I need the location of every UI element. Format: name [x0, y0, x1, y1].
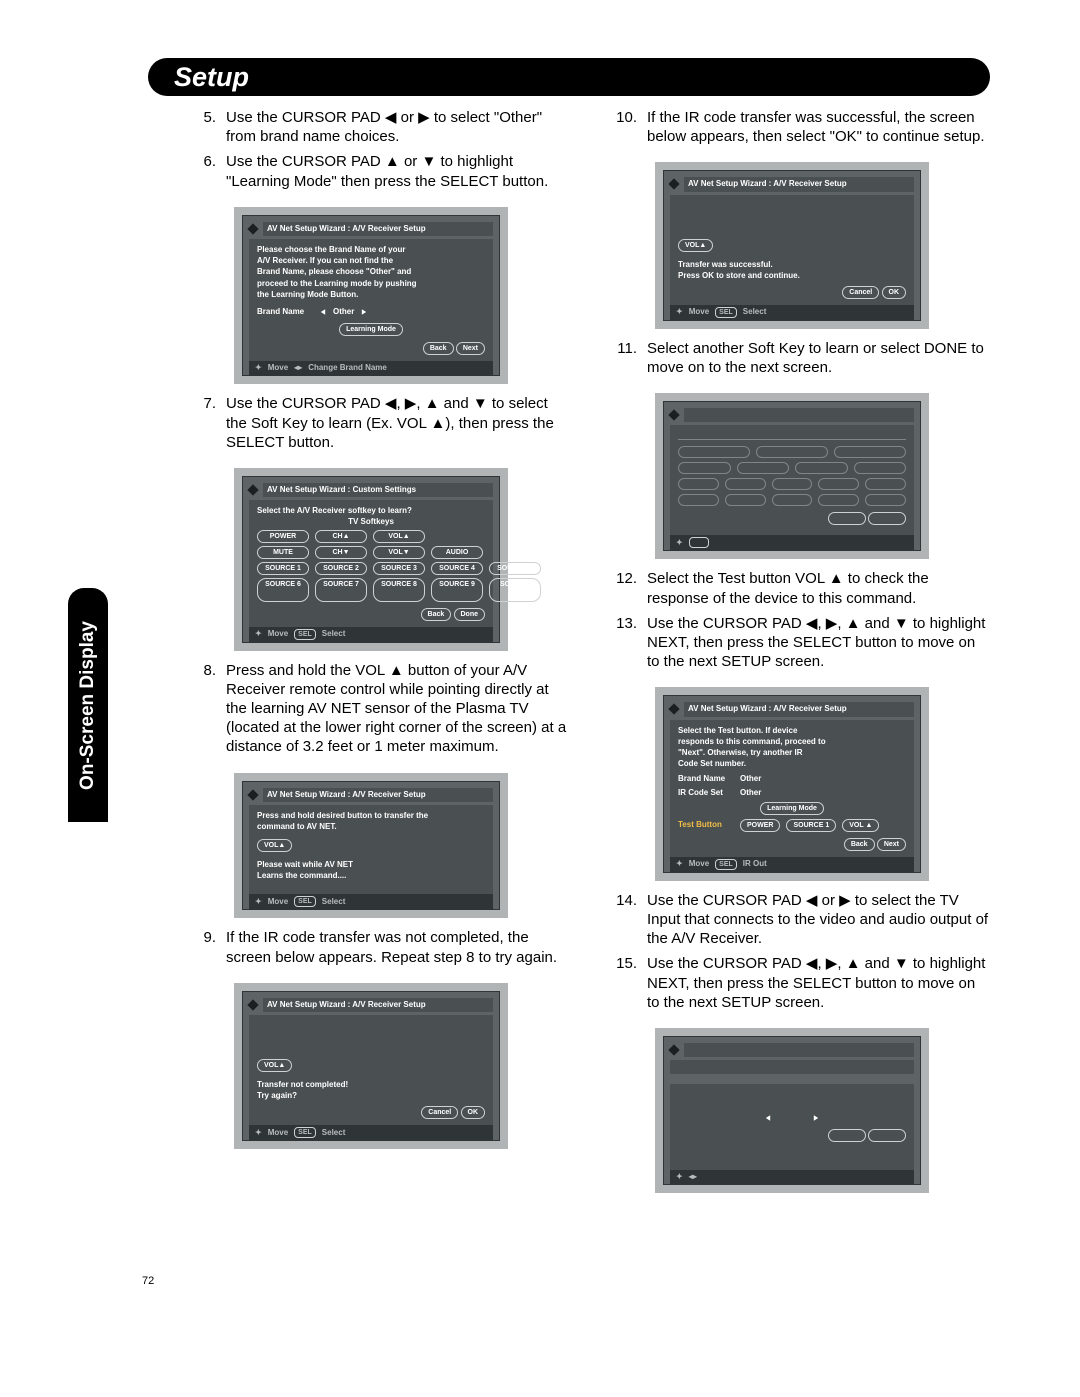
softkey-vol-down[interactable]: VOL▼ [373, 546, 425, 559]
step-15: 15.Use the CURSOR PAD ◀, ▶, ▲ and ▼ to h… [599, 954, 990, 1012]
softkey-ch-down[interactable]: CH▼ [315, 546, 367, 559]
step-7: 7.Use the CURSOR PAD ◀, ▶, ▲ and ▼ to se… [178, 394, 569, 452]
osd-softkey-blank: ✦ [655, 393, 929, 559]
osd-softkey-select: AV Net Setup Wizard : Custom Settings Se… [234, 468, 508, 651]
osd-title [684, 408, 914, 422]
osd-gem-icon [247, 484, 258, 495]
osd-gem-icon [668, 179, 679, 190]
ok-button[interactable]: OK [882, 286, 907, 299]
left-arrow-icon[interactable] [321, 309, 325, 315]
osd-tv-input-blank: ✦◂▸ [655, 1028, 929, 1193]
step-12: 12.Select the Test button VOL ▲ to check… [599, 569, 990, 607]
right-arrow-icon[interactable] [362, 309, 366, 315]
softkey-source3[interactable]: SOURCE 3 [373, 562, 425, 575]
step-11: 11.Select another Soft Key to learn or s… [599, 339, 990, 377]
cancel-button[interactable]: Cancel [421, 1106, 458, 1119]
step-13: 13.Use the CURSOR PAD ◀, ▶, ▲ and ▼ to h… [599, 614, 990, 672]
back-button[interactable]: Back [423, 342, 454, 355]
test-source1-button[interactable]: SOURCE 1 [786, 819, 836, 832]
done-button[interactable]: Done [454, 608, 486, 621]
learning-mode-button[interactable]: Learning Mode [760, 802, 824, 815]
step-10: 10.If the IR code transfer was successfu… [599, 108, 990, 146]
osd-brand-select: AV Net Setup Wizard : A/V Receiver Setup… [234, 207, 508, 385]
side-tab: On-Screen Display [68, 588, 108, 822]
osd-transfer-failed: AV Net Setup Wizard : A/V Receiver Setup… [234, 983, 508, 1150]
right-arrow-icon[interactable] [814, 1115, 818, 1121]
vol-up-indicator: VOL▲ [678, 239, 713, 252]
softkey-mute[interactable]: MUTE [257, 546, 309, 559]
side-tab-label: On-Screen Display [77, 621, 99, 790]
back-button[interactable]: Back [421, 608, 452, 621]
softkey-source9[interactable]: SOURCE 9 [431, 578, 483, 602]
next-button[interactable]: Next [456, 342, 485, 355]
vol-up-indicator: VOL▲ [257, 1059, 292, 1072]
step-5: 5.Use the CURSOR PAD ◀ or ▶ to select "O… [178, 108, 569, 146]
osd-title: AV Net Setup Wizard : A/V Receiver Setup [684, 177, 914, 191]
osd-gem-icon [247, 999, 258, 1010]
left-arrow-icon[interactable] [766, 1115, 770, 1121]
softkey-source8[interactable]: SOURCE 8 [373, 578, 425, 602]
left-column: 5.Use the CURSOR PAD ◀ or ▶ to select "O… [178, 108, 569, 1203]
osd-gem-icon [668, 1044, 679, 1055]
next-button[interactable]: Next [877, 838, 906, 851]
osd-gem-icon [247, 223, 258, 234]
step-14: 14.Use the CURSOR PAD ◀ or ▶ to select t… [599, 891, 990, 949]
test-power-button[interactable]: POWER [740, 819, 780, 832]
softkey-source6[interactable]: SOURCE 6 [257, 578, 309, 602]
vol-up-indicator: VOL▲ [257, 839, 292, 852]
back-button[interactable]: Back [844, 838, 875, 851]
section-header: Setup [148, 58, 990, 96]
osd-gem-icon [668, 704, 679, 715]
softkey-source2[interactable]: SOURCE 2 [315, 562, 367, 575]
step-9: 9.If the IR code transfer was not comple… [178, 928, 569, 966]
softkey-power[interactable]: POWER [257, 530, 309, 543]
osd-gem-icon [668, 410, 679, 421]
osd-test-button: AV Net Setup Wizard : A/V Receiver Setup… [655, 687, 929, 880]
softkey-source1[interactable]: SOURCE 1 [257, 562, 309, 575]
osd-title [684, 1043, 914, 1057]
content-columns: 5.Use the CURSOR PAD ◀ or ▶ to select "O… [178, 108, 990, 1203]
ok-button[interactable]: OK [461, 1106, 486, 1119]
softkey-source10[interactable]: SOURCE 10 [489, 578, 541, 602]
osd-title: AV Net Setup Wizard : Custom Settings [263, 483, 493, 497]
softkey-audio[interactable]: AUDIO [431, 546, 483, 559]
osd-transfer-success: AV Net Setup Wizard : A/V Receiver Setup… [655, 162, 929, 329]
osd-learning-wait: AV Net Setup Wizard : A/V Receiver Setup… [234, 773, 508, 919]
osd-gem-icon [247, 789, 258, 800]
softkey-source4[interactable]: SOURCE 4 [431, 562, 483, 575]
osd-title: AV Net Setup Wizard : A/V Receiver Setup [263, 222, 493, 236]
step-8: 8.Press and hold the VOL ▲ button of you… [178, 661, 569, 757]
softkey-source7[interactable]: SOURCE 7 [315, 578, 367, 602]
osd-title: AV Net Setup Wizard : A/V Receiver Setup [263, 788, 493, 802]
softkey-ch-up[interactable]: CH▲ [315, 530, 367, 543]
step-6: 6.Use the CURSOR PAD ▲ or ▼ to highlight… [178, 152, 569, 190]
learning-mode-button[interactable]: Learning Mode [339, 323, 403, 336]
softkey-source5[interactable]: SOURCE 5 [489, 562, 541, 575]
page-number: 72 [142, 1275, 154, 1287]
right-column: 10.If the IR code transfer was successfu… [599, 108, 990, 1203]
osd-title: AV Net Setup Wizard : A/V Receiver Setup [263, 998, 493, 1012]
softkey-vol-up[interactable]: VOL▲ [373, 530, 425, 543]
section-header-label: Setup [174, 62, 249, 93]
test-volup-button[interactable]: VOL ▲ [842, 819, 879, 832]
cancel-button[interactable]: Cancel [842, 286, 879, 299]
osd-title: AV Net Setup Wizard : A/V Receiver Setup [684, 702, 914, 716]
